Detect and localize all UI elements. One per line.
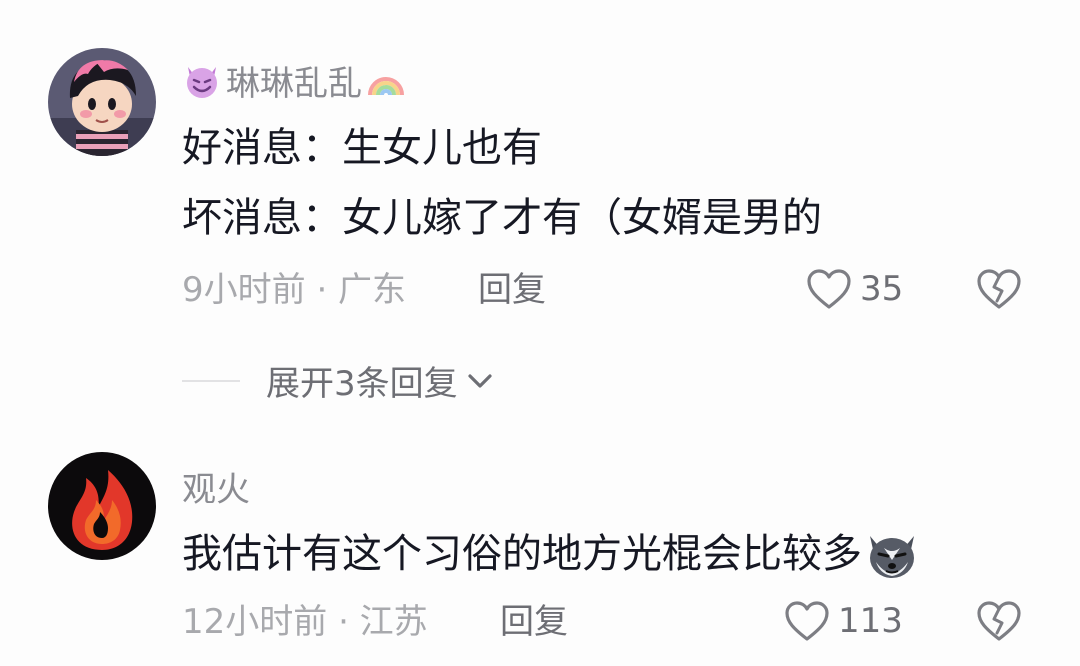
username-text: 观火 — [182, 470, 250, 510]
comment-time-location: 9小时前 · 广东 — [182, 270, 407, 310]
heart-icon — [807, 269, 851, 309]
rainbow-icon — [366, 61, 406, 101]
husky-icon — [864, 526, 920, 582]
divider — [182, 379, 240, 382]
comment-text: 我估计有这个习俗的地方光棍会比较多 — [182, 531, 862, 577]
chevron-down-icon — [468, 373, 492, 388]
dislike-button[interactable] — [976, 268, 1022, 314]
username[interactable]: 观火 — [182, 462, 250, 511]
heart-icon — [785, 601, 829, 641]
avatar[interactable] — [48, 48, 156, 156]
like-button[interactable]: 35 — [806, 268, 903, 310]
smiling-devil-icon — [182, 61, 222, 101]
comment-time-location: 12小时前 · 江苏 — [182, 602, 428, 642]
flame-avatar-icon — [48, 452, 156, 560]
reply-button[interactable]: 回复 — [500, 602, 568, 642]
avatar[interactable] — [48, 452, 156, 560]
expand-replies-label: 展开3条回复 — [266, 364, 458, 404]
username-text: 琳琳乱乱 — [226, 64, 362, 104]
like-button[interactable]: 113 — [784, 600, 903, 642]
reply-button[interactable]: 回复 — [478, 270, 546, 310]
like-count: 113 — [838, 601, 903, 641]
dislike-button[interactable] — [976, 600, 1022, 646]
username[interactable]: 琳琳乱乱 — [182, 56, 406, 105]
broken-heart-icon — [977, 269, 1021, 309]
comment-text-line: 好消息：生女儿也有 — [182, 125, 542, 171]
cartoon-boy-avatar-icon — [48, 48, 156, 156]
broken-heart-icon — [977, 601, 1021, 641]
comment-text-line: 坏消息：女儿嫁了才有（女婿是男的 — [182, 195, 822, 241]
expand-replies-button[interactable]: 展开3条回复 — [182, 356, 496, 405]
comment-text-line: 我估计有这个习俗的地方光棍会比较多 — [182, 526, 920, 582]
like-count: 35 — [860, 269, 904, 309]
